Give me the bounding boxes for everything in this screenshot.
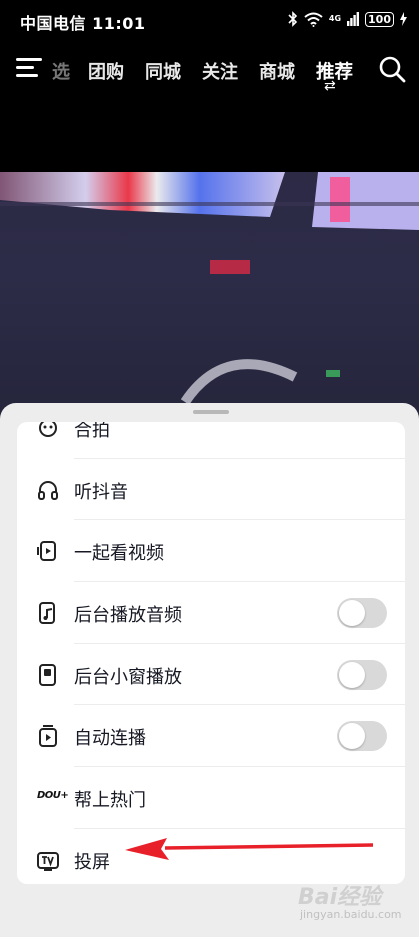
menu-item-label: 自动连播 bbox=[74, 728, 146, 750]
menu-item-duet[interactable]: 合拍 bbox=[17, 422, 405, 459]
sheet-drag-handle[interactable] bbox=[193, 410, 229, 414]
background-audio-icon bbox=[39, 602, 55, 625]
tv-cast-icon bbox=[37, 851, 59, 871]
tab-following[interactable]: 关注 bbox=[202, 58, 238, 84]
settings-card: 合拍 听抖音 一起看视频 后台播放音频 后台小窗播放 自动连播 DOU+ 帮上热… bbox=[17, 422, 405, 884]
menu-item-label: 合拍 bbox=[74, 422, 110, 441]
background-audio-toggle[interactable] bbox=[337, 598, 387, 629]
battery-icon: 100 bbox=[365, 11, 394, 27]
menu-item-dou-plus[interactable]: DOU+ 帮上热门 bbox=[17, 767, 405, 829]
menu-item-label: 听抖音 bbox=[74, 481, 128, 503]
status-time: 11:01 bbox=[92, 14, 146, 33]
toggle-knob bbox=[339, 723, 365, 750]
mini-window-icon bbox=[39, 663, 56, 686]
top-nav: 选 团购 同城 关注 商城 推荐 ⇄ bbox=[0, 42, 419, 98]
watermark-main: Bai经验 bbox=[298, 885, 382, 910]
autoplay-icon bbox=[39, 725, 57, 748]
network-type: 4G bbox=[328, 14, 342, 23]
tab-local[interactable]: 同城 bbox=[145, 58, 181, 84]
menu-item-autoplay[interactable]: 自动连播 bbox=[17, 705, 405, 768]
menu-item-label: 帮上热门 bbox=[74, 790, 146, 812]
watch-together-icon bbox=[37, 541, 56, 562]
watermark-url: jingyan.baidu.com bbox=[300, 908, 402, 921]
settings-list: 合拍 听抖音 一起看视频 后台播放音频 后台小窗播放 自动连播 DOU+ 帮上热… bbox=[17, 422, 405, 884]
annotation-arrow bbox=[125, 838, 374, 860]
mini-window-toggle[interactable] bbox=[337, 659, 387, 690]
menu-icon[interactable] bbox=[16, 57, 42, 79]
menu-item-label: 后台小窗播放 bbox=[74, 666, 182, 688]
charging-icon bbox=[400, 12, 407, 26]
carrier-name: 中国电信 bbox=[20, 14, 87, 33]
wifi-icon bbox=[304, 12, 323, 27]
video-player[interactable] bbox=[0, 98, 419, 428]
menu-item-label: 一起看视频 bbox=[74, 543, 164, 565]
toggle-knob bbox=[339, 661, 365, 688]
menu-item-label: 投屏 bbox=[74, 851, 110, 873]
duet-icon bbox=[39, 422, 57, 437]
menu-item-label: 后台播放音频 bbox=[74, 605, 182, 627]
status-bar: 中国电信 11:01 4G 100 bbox=[0, 0, 419, 42]
video-frame bbox=[0, 172, 419, 428]
watermark: Bai经验 jingyan.baidu.com bbox=[298, 876, 410, 926]
refresh-icon[interactable]: ⇄ bbox=[324, 78, 336, 94]
menu-item-background-audio[interactable]: 后台播放音频 bbox=[17, 582, 405, 644]
video-content bbox=[0, 172, 419, 405]
bluetooth-icon bbox=[288, 11, 298, 27]
autoplay-toggle[interactable] bbox=[337, 721, 387, 752]
menu-item-mini-window[interactable]: 后台小窗播放 bbox=[17, 644, 405, 706]
menu-item-watch-together[interactable]: 一起看视频 bbox=[17, 520, 405, 583]
tab-group-buy[interactable]: 团购 bbox=[88, 58, 124, 84]
tab-mall[interactable]: 商城 bbox=[259, 58, 295, 84]
headphones-icon bbox=[38, 480, 58, 500]
tab-partial[interactable]: 选 bbox=[52, 58, 70, 84]
dou-plus-icon: DOU+ bbox=[37, 790, 69, 802]
menu-item-listen-douyin[interactable]: 听抖音 bbox=[17, 459, 405, 521]
signal-icon bbox=[347, 12, 360, 26]
search-icon[interactable] bbox=[378, 55, 406, 83]
toggle-knob bbox=[339, 600, 365, 627]
